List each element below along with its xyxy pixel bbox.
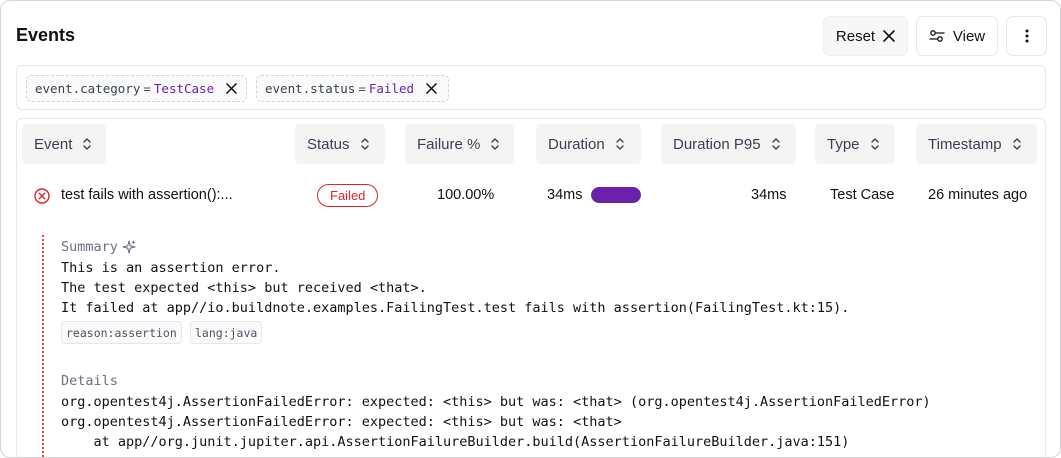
duration-bar-fill [591,187,641,203]
filter-key: event.category [35,81,141,96]
details-indent-line [42,235,44,457]
column-label: Type [827,135,860,153]
timestamp: 26 minutes ago [928,187,1028,203]
sort-icon [360,137,370,151]
sort-icon [1012,137,1022,151]
table-row[interactable]: test fails with assertion():... Failed 1… [17,171,1045,219]
view-button-label: View [952,27,986,45]
header: Events Reset View [1,1,1060,63]
filter-operator: = [358,81,366,96]
event-details-panel: Summary This is an assertion error. The … [17,221,1045,457]
tag-reason[interactable]: reason:assertion [61,321,182,344]
stacktrace-line: org.opentest4j.AssertionFailedError: exp… [61,394,931,410]
column-label: Failure % [417,135,481,153]
filter-chip-status[interactable]: event.status = Failed [256,75,449,102]
sort-icon [490,137,500,151]
filter-value: TestCase [153,81,215,96]
stacktrace-line: at app//org.junit.jupiter.api.AssertionF… [61,434,850,450]
filter-bar[interactable]: event.category = TestCase event.status =… [16,65,1046,110]
column-header-type[interactable]: Type [815,124,895,164]
column-label: Duration [548,135,605,153]
column-label: Status [307,135,350,153]
summary-line: This is an assertion error. [61,260,281,276]
filter-key: event.status [265,81,356,96]
tag-lang[interactable]: lang:java [190,321,263,344]
view-button[interactable]: View [916,16,998,56]
column-label: Event [34,135,73,153]
filter-chip-category[interactable]: event.category = TestCase [26,75,247,102]
reset-button-label: Reset [835,27,876,45]
summary-label: Summary [61,239,136,255]
duration-p95: 34ms [751,187,787,203]
filter-value: Failed [368,81,414,96]
sort-icon [82,137,92,151]
remove-filter-button[interactable] [426,83,437,94]
column-label: Timestamp [928,135,1002,153]
event-type: Test Case [830,187,895,203]
duration-bar [591,187,641,203]
summary-label-text: Summary [61,239,118,255]
kebab-icon [1025,29,1028,43]
close-icon [883,30,895,42]
column-header-status[interactable]: Status [295,124,385,164]
events-window: Events Reset View event.category = TestC… [0,0,1061,458]
column-header-duration[interactable]: Duration [536,124,641,164]
sort-icon [870,137,880,151]
x-circle-icon [34,188,50,204]
sort-icon [771,137,781,151]
stacktrace-line: org.opentest4j.AssertionFailedError: exp… [61,414,622,430]
filter-operator: = [143,81,151,96]
sparkle-icon [122,240,136,254]
remove-filter-button[interactable] [226,83,237,94]
more-options-button[interactable] [1006,16,1047,56]
status-badge: Failed [317,184,379,207]
events-table: Event Status Failure % Duration Duration… [16,118,1046,457]
column-header-failure-pct[interactable]: Failure % [405,124,514,164]
event-name[interactable]: test fails with assertion():... [61,187,233,203]
summary-line: It failed at app//io.buildnote.examples.… [61,300,850,316]
column-label: Duration P95 [673,135,761,153]
sort-icon [615,137,625,151]
details-label: Details [61,373,118,389]
duration: 34ms [547,187,583,203]
page-title: Events [16,25,76,45]
close-icon [426,83,437,94]
column-header-timestamp[interactable]: Timestamp [916,124,1037,164]
column-header-event[interactable]: Event [22,124,106,164]
column-header-duration-p95[interactable]: Duration P95 [661,124,796,164]
reset-button[interactable]: Reset [823,16,908,56]
failure-pct: 100.00% [437,187,495,203]
summary-line: The test expected <this> but received <t… [61,280,427,296]
sliders-icon [929,30,945,42]
close-icon [226,83,237,94]
